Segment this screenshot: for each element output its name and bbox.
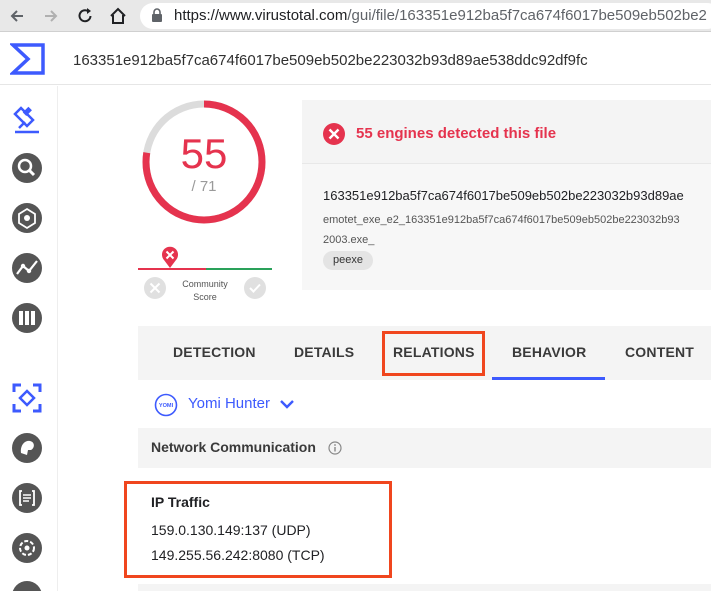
sidebar-item-graph-icon[interactable]: [11, 202, 43, 234]
back-icon[interactable]: [8, 6, 28, 26]
url-path: /gui/file/163351e912ba5f7ca674f6017be509…: [347, 7, 707, 24]
malicious-alert-icon: [323, 123, 345, 145]
community-score-marker-icon: [162, 246, 178, 268]
community-score-bar-positive: [206, 268, 272, 270]
virustotal-window: https://www.virustotal.com/gui/file/1633…: [0, 0, 711, 591]
tab-behavior[interactable]: BEHAVIOR: [512, 344, 586, 360]
sidebar-item-analysis-icon[interactable]: [11, 104, 43, 136]
detection-message: 55 engines detected this file: [356, 125, 557, 142]
file-name-continued: 2003.exe_: [323, 234, 375, 246]
tab-content[interactable]: CONTENT: [625, 344, 694, 360]
active-tab-indicator: [492, 377, 605, 380]
vote-harmless-icon[interactable]: [243, 276, 267, 300]
detection-score-total: / 71: [191, 178, 217, 195]
virustotal-logo-icon[interactable]: [10, 42, 46, 76]
community-score-label: Community Score: [172, 278, 238, 304]
sandbox-selected-label[interactable]: Yomi Hunter: [188, 395, 270, 412]
info-icon[interactable]: [328, 441, 342, 455]
page-title-hash: 163351e912ba5f7ca674f6017be509eb502be223…: [73, 52, 588, 69]
tab-detection[interactable]: DETECTION: [173, 344, 256, 360]
home-icon[interactable]: [108, 6, 128, 26]
sidebar: [0, 86, 58, 591]
url-text[interactable]: https://www.virustotal.com/gui/file/1633…: [174, 7, 707, 24]
vote-malicious-icon[interactable]: [143, 276, 167, 300]
tab-details[interactable]: DETAILS: [294, 344, 354, 360]
reload-icon[interactable]: [75, 6, 95, 26]
sidebar-item-collections-icon[interactable]: [11, 302, 43, 334]
browser-toolbar: https://www.virustotal.com/gui/file/1633…: [0, 0, 711, 32]
sidebar-item-trends-icon[interactable]: [11, 252, 43, 284]
file-name: emotet_exe_e2_163351e912ba5f7ca674f6017b…: [323, 214, 680, 226]
sidebar-item-hunting-icon[interactable]: [11, 382, 43, 414]
relations-tab-highlight: [382, 331, 485, 376]
sidebar-item-livehunt-icon[interactable]: [11, 482, 43, 514]
community-score-label-line1: Community: [182, 279, 228, 289]
network-communication-title: Network Communication: [151, 439, 316, 455]
lock-icon: [152, 8, 162, 22]
detection-score-value: 55: [180, 130, 228, 177]
sidebar-item-monitor-icon[interactable]: [11, 532, 43, 564]
sidebar-item-search-icon[interactable]: [11, 152, 43, 184]
file-hash: 163351e912ba5f7ca674f6017be509eb502be223…: [323, 188, 684, 203]
ip-traffic-highlight: [124, 481, 392, 578]
yomi-sandbox-logo-icon: YOMI: [154, 393, 178, 417]
next-section-header: [138, 584, 711, 591]
sidebar-item-retrohunt-icon[interactable]: [11, 432, 43, 464]
chevron-down-icon[interactable]: [279, 398, 295, 410]
forward-icon[interactable]: [40, 6, 60, 26]
community-score-label-line2: Score: [193, 292, 217, 302]
url-host: https://www.virustotal.com: [174, 7, 348, 24]
sidebar-item-more-icon[interactable]: [11, 580, 43, 591]
file-type-tag[interactable]: peexe: [323, 251, 373, 270]
yomi-logo-text: YOMI: [159, 403, 174, 409]
